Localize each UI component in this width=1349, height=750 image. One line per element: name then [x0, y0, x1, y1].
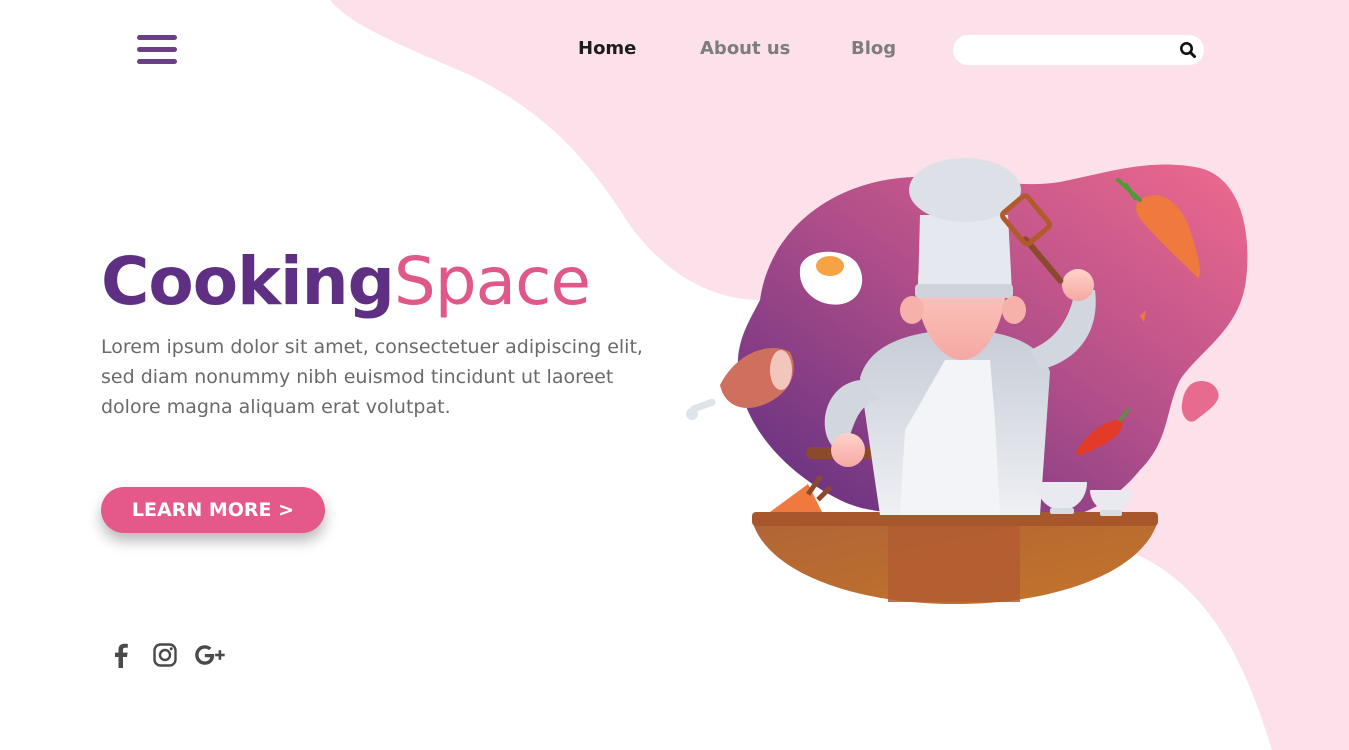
hero-title-cooking: Cooking [101, 243, 395, 320]
search-box [953, 35, 1204, 65]
menu-bar [137, 59, 177, 64]
facebook-icon[interactable] [106, 640, 136, 670]
menu-bar [137, 47, 177, 52]
menu-button[interactable] [137, 35, 177, 65]
instagram-icon[interactable] [150, 640, 180, 670]
chef-illustration [686, 158, 1248, 604]
hero-description: Lorem ipsum dolor sit amet, consectetuer… [101, 336, 643, 418]
hero-title-space: Space [393, 243, 591, 320]
nav-blog[interactable]: Blog [851, 38, 896, 59]
nav-about-us[interactable]: About us [700, 38, 790, 59]
learn-more-label: LEARN MORE [131, 499, 272, 521]
learn-more-button[interactable]: LEARN MORE > [101, 487, 325, 533]
arrow-right-icon: > [278, 499, 295, 521]
menu-bar [137, 35, 177, 40]
google-plus-icon[interactable] [192, 640, 228, 670]
hero-title: CookingSpace [101, 240, 591, 324]
search-icon[interactable] [1178, 40, 1198, 60]
search-input[interactable] [967, 40, 1167, 60]
nav-home[interactable]: Home [578, 38, 636, 59]
